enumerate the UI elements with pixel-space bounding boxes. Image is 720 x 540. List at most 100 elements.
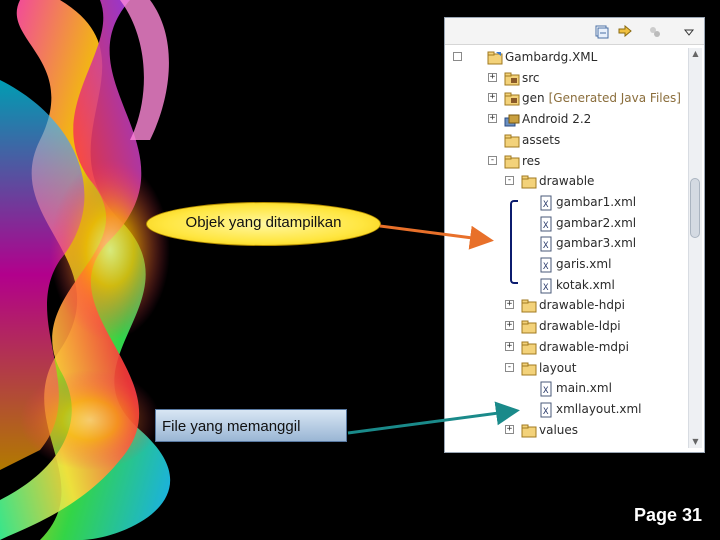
- tree-item-text: drawable-hdpi: [539, 298, 625, 313]
- folder-icon: [521, 298, 537, 314]
- xml-file-icon: X: [538, 216, 554, 232]
- folder-icon: [521, 361, 537, 377]
- tree-item-drawable-hdpi[interactable]: + drawable-hdpi: [445, 296, 685, 316]
- tree-item-label: Android 2.2: [522, 112, 591, 126]
- tree-item-res[interactable]: - res: [445, 152, 685, 172]
- folder-icon: [521, 423, 537, 439]
- tree-item-main-xml[interactable]: Xmain.xml: [445, 379, 685, 399]
- tree-item-drawable-ldpi[interactable]: + drawable-ldpi: [445, 317, 685, 337]
- tree-item-text: assets: [522, 132, 561, 147]
- tree-item-src[interactable]: + src: [445, 69, 685, 89]
- tree-item-label: values: [539, 423, 578, 437]
- scroll-thumb[interactable]: [690, 178, 700, 238]
- link-with-editor-icon[interactable]: [617, 24, 633, 38]
- tree-item-gambar1-xml[interactable]: Xgambar1.xml: [445, 193, 685, 213]
- tree-item-text: garis.xml: [556, 257, 612, 271]
- view-menu-icon[interactable]: [683, 24, 699, 38]
- tree-item-values[interactable]: + values: [445, 421, 685, 441]
- collapse-toggle[interactable]: [453, 52, 462, 61]
- tree-item-label: gen [Generated Java Files]: [522, 91, 681, 105]
- expand-toggle[interactable]: +: [505, 341, 514, 351]
- xml-file-icon: X: [538, 381, 554, 397]
- xml-file-icon: X: [538, 257, 554, 273]
- tree-item-label: kotak.xml: [556, 278, 615, 292]
- folder-icon: [521, 174, 537, 190]
- tree-item-android-2-2[interactable]: + Android 2.2: [445, 110, 685, 130]
- expand-toggle[interactable]: +: [505, 321, 514, 331]
- tree-item-label: drawable-mdpi: [539, 340, 629, 354]
- expand-toggle[interactable]: +: [505, 424, 514, 434]
- collapse-toggle[interactable]: -: [505, 176, 514, 186]
- tree-item-text: kotak.xml: [556, 277, 615, 292]
- tree-item-assets[interactable]: assets: [445, 131, 685, 151]
- tree-item-label: gambar1.xml: [556, 195, 636, 209]
- tree-item-label: gambar2.xml: [556, 216, 636, 230]
- source-folder-icon: [504, 91, 520, 107]
- tree-item-text: gambar3.xml: [556, 236, 637, 251]
- svg-text:X: X: [543, 386, 549, 396]
- collapse-toggle[interactable]: -: [488, 155, 497, 165]
- tree-item-xmllayout-xml[interactable]: Xxmllayout.xml: [445, 400, 685, 420]
- expand-toggle[interactable]: +: [505, 300, 514, 310]
- explorer-toolbar: [445, 18, 704, 45]
- folder-icon: [504, 154, 520, 170]
- tree-item-text: layout: [539, 360, 577, 375]
- tree-item-text: src: [522, 70, 540, 85]
- vertical-scrollbar[interactable]: ▲ ▼: [688, 48, 702, 448]
- filter-icon[interactable]: [647, 24, 663, 38]
- tree-item-text: drawable: [539, 174, 595, 189]
- tree-item-gambardg-xml[interactable]: Gambardg.XML: [445, 48, 685, 68]
- tree-item-drawable[interactable]: - drawable: [445, 172, 685, 192]
- tree-item-layout[interactable]: - layout: [445, 359, 685, 379]
- tree-item-garis-xml[interactable]: Xgaris.xml: [445, 255, 685, 275]
- tree-item-label: drawable-hdpi: [539, 298, 625, 312]
- tree-item-gambar3-xml[interactable]: Xgambar3.xml: [445, 234, 685, 254]
- tree-item-text: Gambardg.XML: [505, 50, 598, 64]
- drawable-files-bracket: [510, 200, 518, 284]
- xml-file-icon: X: [538, 278, 554, 294]
- svg-text:X: X: [543, 200, 549, 210]
- tree-item-label: layout: [539, 361, 576, 375]
- collapse-all-icon[interactable]: [595, 24, 611, 39]
- scroll-down-arrow-icon[interactable]: ▼: [689, 436, 702, 448]
- tree-item-label: drawable: [539, 174, 594, 188]
- tree-item-text: xmllayout.xml: [556, 401, 642, 416]
- tree-item-text: values: [539, 422, 579, 437]
- xml-file-icon: X: [538, 402, 554, 418]
- tree-item-text: drawable-ldpi: [539, 319, 621, 334]
- library-icon: [504, 112, 520, 128]
- tree-item-text: gen: [522, 91, 545, 106]
- scroll-up-arrow-icon[interactable]: ▲: [689, 48, 702, 60]
- folder-icon: [521, 319, 537, 335]
- tree-item-label: gambar3.xml: [556, 236, 636, 250]
- tree-item-kotak-xml[interactable]: Xkotak.xml: [445, 276, 685, 296]
- collapse-toggle[interactable]: -: [505, 362, 514, 372]
- package-explorer-panel: Gambardg.XML + src + gen [Generated Java File…: [444, 17, 705, 453]
- tree-item-label: xmllayout.xml: [556, 402, 642, 416]
- tree-item-label: assets: [522, 133, 560, 147]
- tree-item-drawable-mdpi[interactable]: + drawable-mdpi: [445, 338, 685, 358]
- expand-toggle[interactable]: +: [488, 93, 497, 103]
- tree-item-label: Gambardg.XML: [505, 50, 597, 64]
- tree-item-gambar2-xml[interactable]: Xgambar2.xml: [445, 214, 685, 234]
- source-folder-icon: [504, 71, 520, 87]
- tree-item-text: gambar1.xml: [556, 194, 637, 209]
- xml-file-icon: X: [538, 195, 554, 211]
- tree-item-gen[interactable]: + gen [Generated Java Files]: [445, 89, 685, 109]
- tree-item-text: gambar2.xml: [556, 215, 637, 230]
- folder-icon: [521, 340, 537, 356]
- svg-text:X: X: [543, 221, 549, 231]
- svg-text:X: X: [543, 262, 549, 272]
- tree-item-text: Android 2.2: [522, 112, 592, 127]
- page-number: Page 31: [633, 505, 702, 525]
- tree-item-text: res: [522, 153, 541, 168]
- expand-toggle[interactable]: +: [488, 72, 497, 82]
- tree-item-label: drawable-ldpi: [539, 319, 621, 333]
- tree-item-text: main.xml: [556, 381, 612, 396]
- tree-item-label: main.xml: [556, 381, 612, 395]
- tree-item-decoration: [Generated Java Files]: [548, 91, 681, 106]
- expand-toggle[interactable]: +: [488, 114, 497, 124]
- project-icon: [487, 50, 503, 66]
- svg-text:X: X: [543, 283, 549, 293]
- tree-item-label: res: [522, 154, 540, 168]
